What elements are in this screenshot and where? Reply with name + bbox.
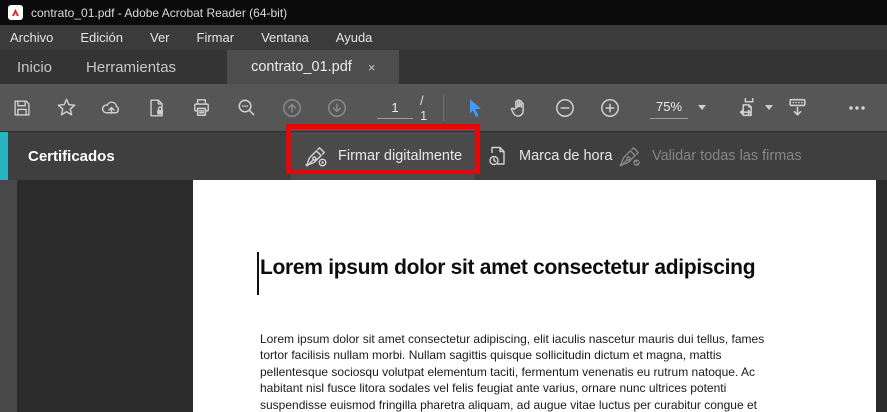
zoom-level-select[interactable]: 75% [650, 97, 706, 119]
more-tools-icon[interactable] [842, 93, 871, 122]
panel-title: Certificados [28, 147, 115, 165]
menu-ver[interactable]: Ver [150, 30, 170, 45]
acrobat-reader-window: contrato_01.pdf - Adobe Acrobat Reader (… [0, 0, 887, 412]
panel-accent-bar [0, 132, 8, 180]
adobe-reader-icon [8, 5, 23, 20]
selection-arrow-icon[interactable] [460, 93, 489, 122]
navigation-pane-strip[interactable] [0, 180, 17, 412]
save-icon[interactable] [7, 93, 36, 122]
chevron-down-icon [698, 105, 706, 110]
sign-pen-nib-icon [305, 146, 327, 167]
fit-width-select[interactable] [736, 95, 773, 120]
tab-herramientas[interactable]: Herramientas [69, 50, 193, 84]
main-toolbar: / 1 75% [0, 84, 887, 131]
validar-todas-las-firmas-label: Validar todas las firmas [652, 148, 802, 164]
toolbar-separator [443, 94, 444, 121]
document-heading: Lorem ipsum dolor sit amet consectetur a… [260, 256, 756, 279]
star-favorites-icon[interactable] [52, 93, 81, 122]
title-bar: contrato_01.pdf - Adobe Acrobat Reader (… [0, 0, 887, 25]
tab-document-label: contrato_01.pdf [251, 59, 352, 75]
firmar-digitalmente-label: Firmar digitalmente [338, 148, 463, 164]
cloud-upload-icon[interactable] [97, 93, 126, 122]
previous-page-icon [277, 93, 306, 122]
page-number-input[interactable] [377, 96, 413, 119]
close-tab-icon[interactable]: × [368, 61, 376, 74]
menu-edicion[interactable]: Edición [80, 30, 123, 45]
menu-firmar[interactable]: Firmar [197, 30, 235, 45]
document-viewport: Lorem ipsum dolor sit amet consectetur a… [0, 180, 887, 412]
pdf-page[interactable]: Lorem ipsum dolor sit amet consectetur a… [193, 180, 876, 412]
firmar-digitalmente-button[interactable]: Firmar digitalmente [291, 132, 475, 180]
zoom-level-value: 75% [650, 97, 688, 119]
zoom-in-icon[interactable] [595, 93, 624, 122]
chevron-down-icon [765, 105, 773, 110]
validar-todas-las-firmas-button: Validar todas las firmas [618, 132, 802, 180]
page-count-label: / 1 [420, 92, 428, 123]
document-paragraph: Lorem ipsum dolor sit amet consectetur a… [260, 332, 765, 412]
menu-bar: Archivo Edición Ver Firmar Ventana Ayuda [0, 25, 887, 50]
validate-pen-check-icon [619, 146, 640, 167]
text-cursor [257, 252, 259, 295]
certificados-toolbar: Certificados Firmar digitalmente Marca d… [0, 131, 887, 180]
tab-document[interactable]: contrato_01.pdf × [227, 50, 400, 84]
scrolling-mode-icon[interactable] [783, 93, 812, 122]
page-lock-icon[interactable] [142, 93, 171, 122]
timestamp-page-clock-icon [489, 146, 505, 166]
search-icon[interactable] [232, 93, 261, 122]
hand-pan-icon[interactable] [505, 93, 534, 122]
window-title: contrato_01.pdf - Adobe Acrobat Reader (… [31, 5, 288, 20]
menu-ayuda[interactable]: Ayuda [336, 30, 373, 45]
menu-ventana[interactable]: Ventana [261, 30, 309, 45]
tab-bar: Inicio Herramientas contrato_01.pdf × [0, 50, 887, 84]
fit-width-icon [739, 97, 754, 117]
next-page-icon [322, 93, 351, 122]
marca-de-hora-label: Marca de hora [519, 148, 613, 164]
zoom-out-icon[interactable] [550, 93, 579, 122]
marca-de-hora-button[interactable]: Marca de hora [486, 132, 613, 180]
tab-inicio[interactable]: Inicio [0, 50, 69, 84]
menu-archivo[interactable]: Archivo [10, 30, 53, 45]
print-icon[interactable] [187, 93, 216, 122]
